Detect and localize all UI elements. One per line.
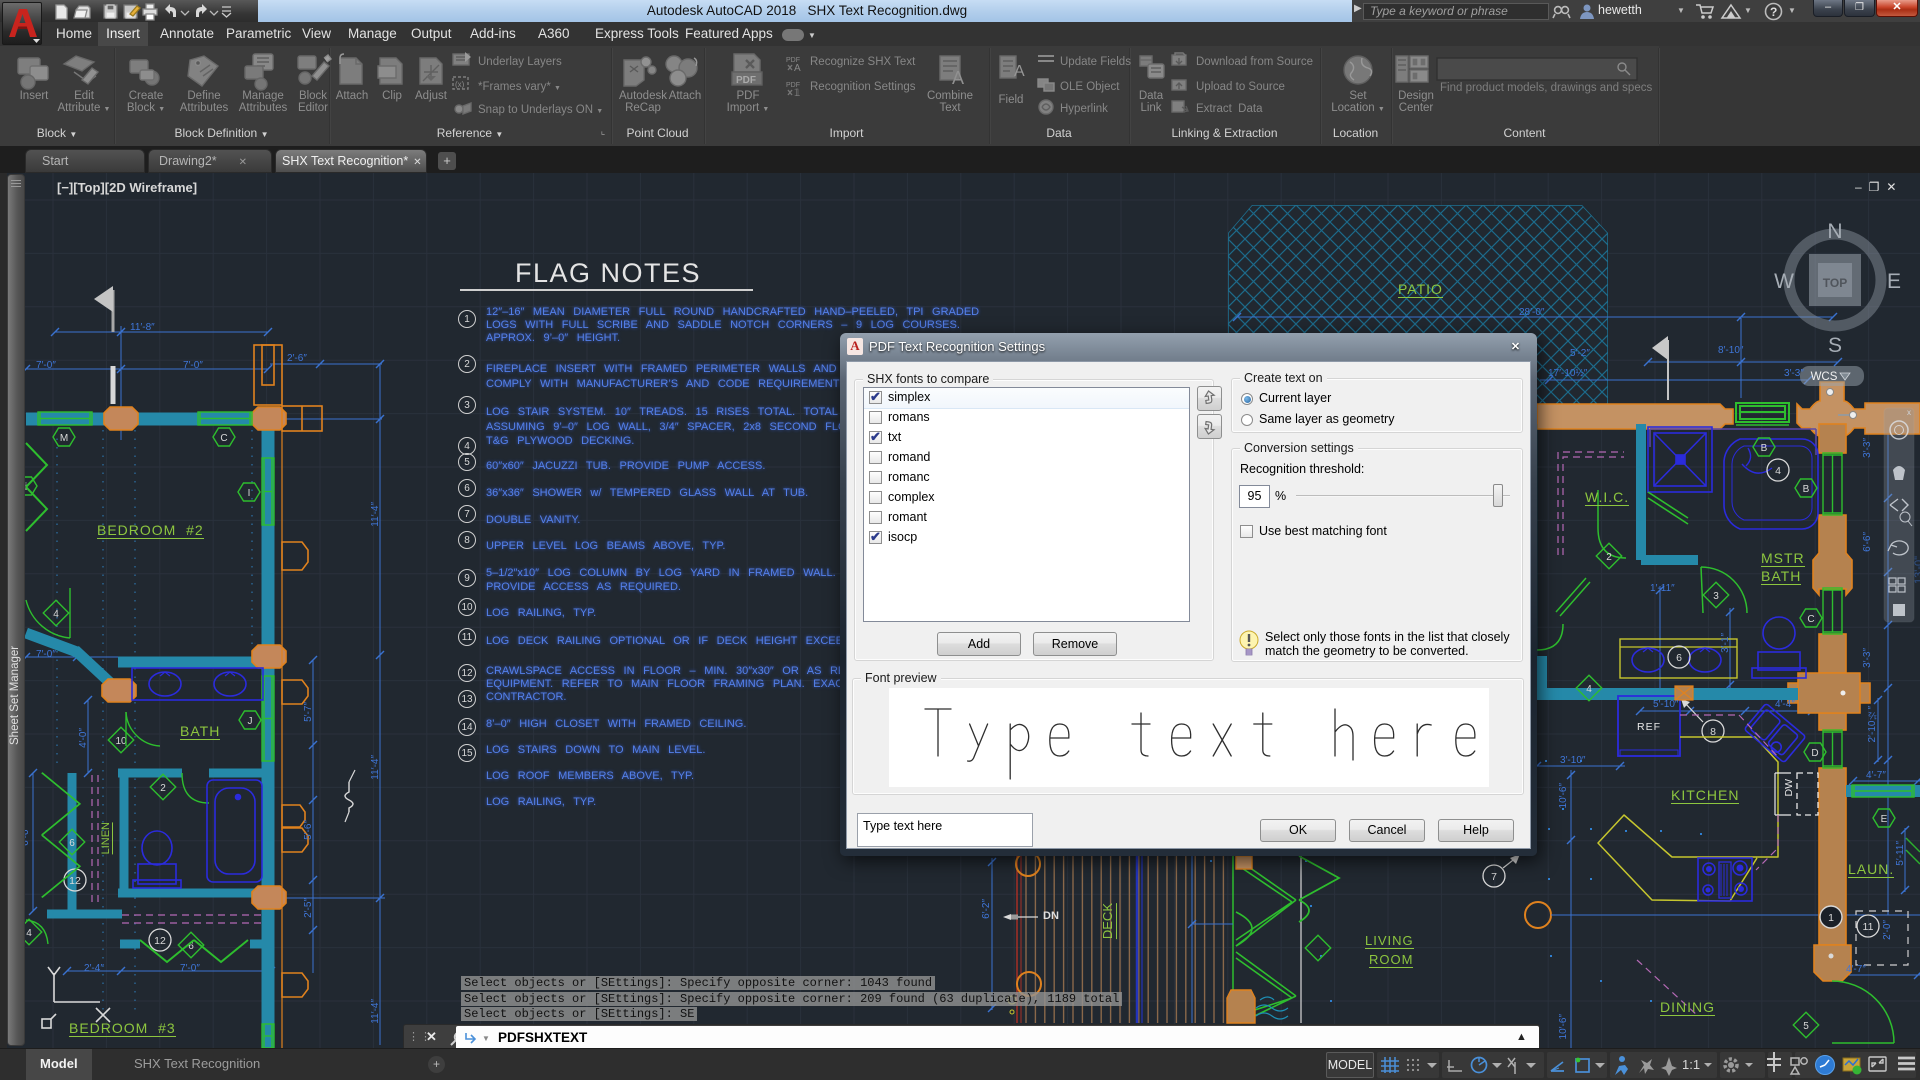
- svg-text:A: A: [1014, 63, 1025, 80]
- svg-text:𝟙: 𝟙: [794, 88, 800, 99]
- svg-text:A: A: [952, 68, 964, 88]
- svg-text:A: A: [794, 63, 801, 74]
- svg-text:1:1: 1:1: [1682, 1057, 1700, 1072]
- svg-text:PDF: PDF: [736, 75, 756, 86]
- svg-text:?: ?: [1770, 5, 1777, 19]
- svg-text:(x): (x): [455, 80, 465, 89]
